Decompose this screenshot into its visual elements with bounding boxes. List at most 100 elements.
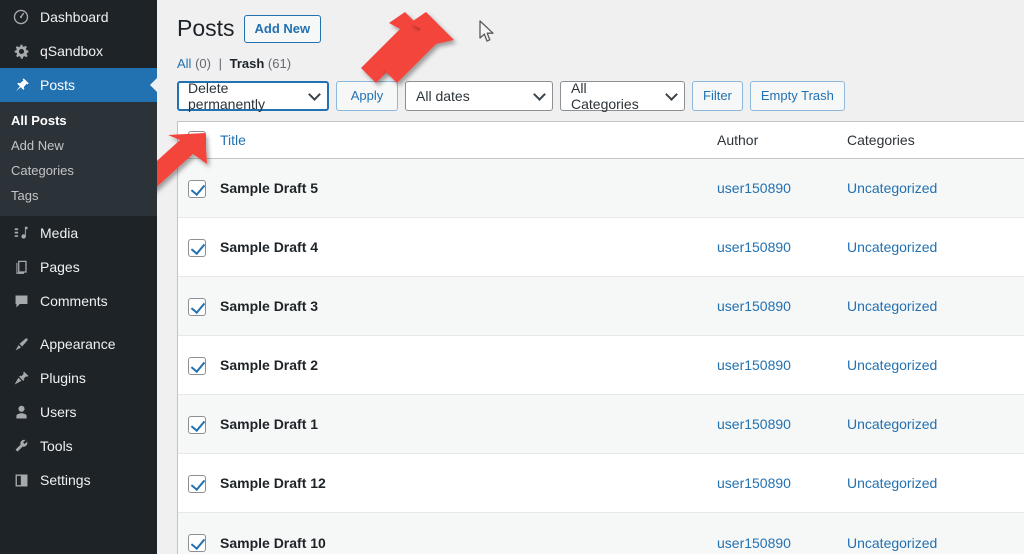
sidebar-item-users[interactable]: Users — [0, 395, 157, 429]
sidebar-item-label: Users — [40, 404, 77, 420]
dashboard-icon — [11, 7, 31, 27]
row-author-link[interactable]: user150890 — [717, 416, 791, 432]
sidebar-item-tools[interactable]: Tools — [0, 429, 157, 463]
empty-trash-button[interactable]: Empty Trash — [749, 80, 845, 111]
pin-icon — [11, 75, 31, 95]
row-select-cell — [178, 394, 220, 454]
apply-button[interactable]: Apply — [336, 80, 398, 111]
row-author-link[interactable]: user150890 — [717, 475, 791, 491]
category-filter-select[interactable]: All Categories — [560, 79, 685, 112]
sidebar-item-plugins[interactable]: Plugins — [0, 361, 157, 395]
row-author-link[interactable]: user150890 — [717, 357, 791, 373]
settings-icon — [11, 470, 31, 490]
row-author-link[interactable]: user150890 — [717, 239, 791, 255]
sidebar-subitem-add-new[interactable]: Add New — [0, 133, 157, 158]
table-row: Sample Draft 10 user150890 Uncategorized — [178, 512, 1024, 554]
bulk-action-select[interactable]: Delete permanently — [177, 80, 329, 112]
sidebar-item-comments[interactable]: Comments — [0, 284, 157, 318]
table-row: Sample Draft 2 user150890 Uncategorized — [178, 335, 1024, 395]
table-row: Sample Draft 12 user150890 Uncategorized — [178, 453, 1024, 513]
row-author-link[interactable]: user150890 — [717, 535, 791, 551]
row-author-cell: user150890 — [717, 453, 847, 513]
sidebar-item-appearance[interactable]: Appearance — [0, 327, 157, 361]
row-checkbox[interactable] — [188, 356, 206, 375]
row-checkbox[interactable] — [188, 474, 206, 493]
table-navigation-top: Delete permanently Apply All dates All C… — [177, 79, 1024, 112]
row-category-link[interactable]: Uncategorized — [847, 180, 937, 196]
sidebar-item-pages[interactable]: Pages — [0, 250, 157, 284]
chevron-down-icon — [308, 88, 321, 101]
row-select-cell — [178, 335, 220, 395]
row-category-link[interactable]: Uncategorized — [847, 239, 937, 255]
sidebar-subitem-label: Categories — [11, 163, 74, 178]
row-category-link[interactable]: Uncategorized — [847, 298, 937, 314]
column-header-title: Title — [220, 121, 717, 160]
posts-table: Title Author Categories Sample Draft 5 us… — [178, 121, 1024, 554]
category-filter-selected-value: All Categories — [571, 79, 639, 112]
sidebar-item-dashboard[interactable]: Dashboard — [0, 0, 157, 34]
filter-button[interactable]: Filter — [692, 80, 743, 111]
row-category-link[interactable]: Uncategorized — [847, 416, 937, 432]
users-icon — [11, 402, 31, 422]
row-categories-cell: Uncategorized — [847, 217, 1024, 277]
row-categories-cell: Uncategorized — [847, 276, 1024, 336]
row-title: Sample Draft 3 — [220, 276, 717, 336]
sidebar-item-label: Comments — [40, 293, 108, 309]
sidebar-subitem-tags[interactable]: Tags — [0, 183, 157, 208]
row-author-cell: user150890 — [717, 217, 847, 277]
sidebar-item-settings[interactable]: Settings — [0, 463, 157, 497]
row-title: Sample Draft 10 — [220, 512, 717, 554]
sidebar-item-media[interactable]: Media — [0, 216, 157, 250]
column-header-author: Author — [717, 121, 847, 160]
row-categories-cell: Uncategorized — [847, 512, 1024, 554]
row-author-link[interactable]: user150890 — [717, 180, 791, 196]
row-title: Sample Draft 1 — [220, 394, 717, 454]
view-all-link[interactable]: All — [177, 56, 191, 71]
row-category-link[interactable]: Uncategorized — [847, 475, 937, 491]
row-checkbox[interactable] — [188, 179, 206, 198]
sidebar-subitem-label: All Posts — [11, 113, 67, 128]
add-new-button[interactable]: Add New — [243, 14, 322, 43]
brush-icon — [11, 334, 31, 354]
views-list: All (0) | Trash (61) — [177, 56, 1024, 71]
row-title: Sample Draft 4 — [220, 217, 717, 277]
gear-icon — [11, 41, 31, 61]
view-trash-count: (61) — [267, 55, 292, 71]
sidebar-item-label: Plugins — [40, 370, 86, 386]
date-filter-selected-value: All dates — [416, 87, 470, 104]
select-all-checkbox[interactable] — [188, 131, 206, 150]
table-body: Sample Draft 5 user150890 Uncategorized Sam… — [178, 158, 1024, 554]
row-author-link[interactable]: user150890 — [717, 298, 791, 314]
row-author-cell: user150890 — [717, 335, 847, 395]
posts-submenu: All Posts Add New Categories Tags — [0, 102, 157, 216]
row-checkbox[interactable] — [188, 533, 206, 552]
row-checkbox[interactable] — [188, 238, 206, 257]
chevron-down-icon — [665, 88, 678, 101]
sidebar-item-qsandbox[interactable]: qSandbox — [0, 34, 157, 68]
page-header: Posts Add New — [177, 14, 1024, 44]
date-filter-select[interactable]: All dates — [405, 80, 553, 111]
sidebar-subitem-categories[interactable]: Categories — [0, 158, 157, 183]
row-author-cell: user150890 — [717, 159, 847, 218]
sort-by-title-link[interactable]: Title — [220, 132, 246, 148]
table-header-row: Title Author Categories — [178, 121, 1024, 160]
sidebar-subitem-label: Tags — [11, 188, 39, 203]
sidebar-subitem-all-posts[interactable]: All Posts — [0, 108, 157, 133]
table-row: Sample Draft 3 user150890 Uncategorized — [178, 276, 1024, 336]
table-row: Sample Draft 5 user150890 Uncategorized — [178, 158, 1024, 218]
row-checkbox[interactable] — [188, 297, 206, 316]
table-head: Title Author Categories — [178, 121, 1024, 160]
row-category-link[interactable]: Uncategorized — [847, 357, 937, 373]
row-author-cell: user150890 — [717, 512, 847, 554]
pages-icon — [11, 257, 31, 277]
page-title: Posts — [177, 15, 235, 41]
admin-sidebar: Dashboard qSandbox Posts All Posts Add N… — [0, 0, 158, 554]
row-category-link[interactable]: Uncategorized — [847, 535, 937, 551]
row-checkbox[interactable] — [188, 415, 206, 434]
sidebar-item-posts[interactable]: Posts — [0, 68, 158, 102]
wrench-icon — [11, 436, 31, 456]
views-separator: | — [218, 55, 222, 71]
row-select-cell — [178, 453, 220, 513]
media-icon — [11, 223, 31, 243]
view-trash-link[interactable]: Trash — [230, 56, 265, 71]
